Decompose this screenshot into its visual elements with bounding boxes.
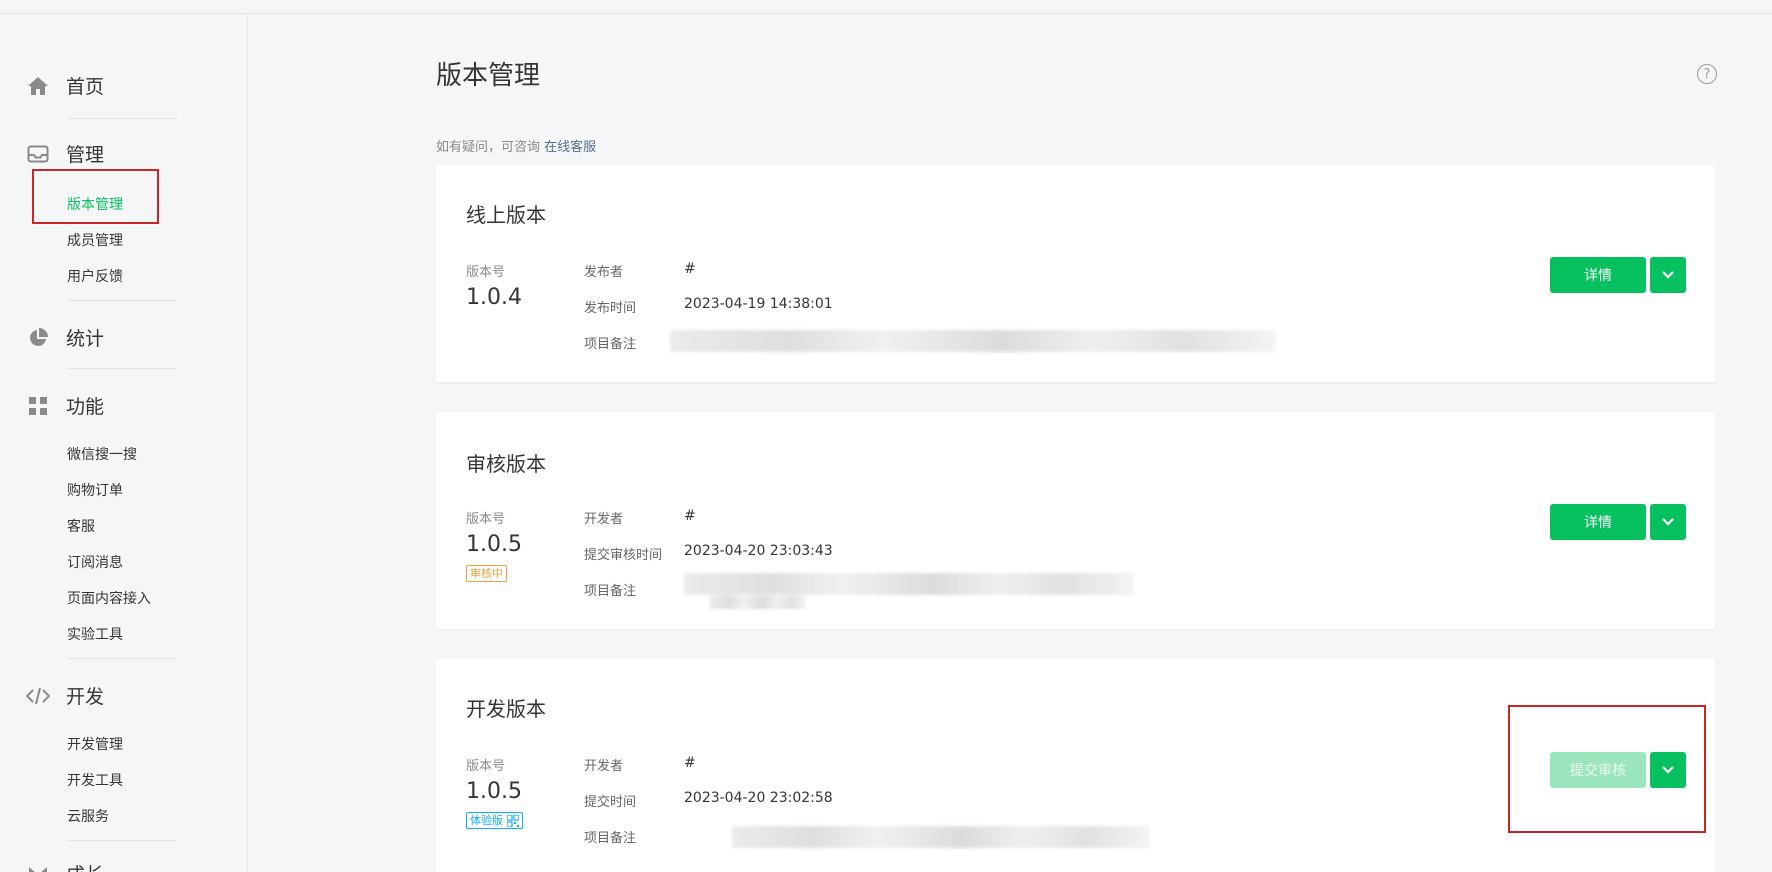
chevron-down-icon xyxy=(1662,271,1674,279)
sidebar-group-manage[interactable]: 管理 xyxy=(26,140,104,167)
sidebar-group-label: 管理 xyxy=(66,144,105,166)
meta-value: 2023-04-20 23:02:58 xyxy=(684,790,833,806)
meta-label: 项目备注 xyxy=(584,584,637,599)
meta-label: 开发者 xyxy=(584,512,624,527)
redacted-note xyxy=(710,595,806,609)
redacted-note xyxy=(684,573,1134,595)
sidebar-group-label: 统计 xyxy=(66,328,105,350)
inbox-icon xyxy=(26,142,50,166)
sidebar-item-dev-tools[interactable]: 开发工具 xyxy=(67,770,123,790)
online-service-link[interactable]: 在线客服 xyxy=(544,140,596,155)
sidebar-group-dev[interactable]: 开发 xyxy=(26,682,104,709)
version-number: 1.0.5 xyxy=(466,779,522,804)
card-title: 线上版本 xyxy=(466,203,546,227)
status-badge: 审核中 xyxy=(466,565,507,582)
badge-label: 体验版 xyxy=(470,814,503,827)
sidebar-item-member-manage[interactable]: 成员管理 xyxy=(67,230,123,250)
hint-text: 如有疑问，可咨询 在线客服 xyxy=(436,140,597,155)
sidebar-item-home[interactable]: 首页 xyxy=(26,72,104,99)
pie-chart-icon xyxy=(26,326,50,350)
meta-value: 2023-04-20 23:03:43 xyxy=(684,543,833,559)
growth-icon xyxy=(26,862,50,872)
sidebar-group-label: 功能 xyxy=(66,396,105,418)
version-label: 版本号 xyxy=(466,759,506,774)
sidebar-group-features[interactable]: 功能 xyxy=(26,392,104,419)
code-icon xyxy=(26,684,50,708)
divider xyxy=(67,368,177,369)
meta-label: 发布时间 xyxy=(584,301,637,316)
meta-label: 项目备注 xyxy=(584,831,637,846)
home-icon xyxy=(26,74,50,98)
redacted-note xyxy=(670,330,1276,352)
meta-label: 开发者 xyxy=(584,759,624,774)
meta-label: 项目备注 xyxy=(584,337,637,352)
chevron-down-icon xyxy=(1662,518,1674,526)
meta-value: 2023-04-19 14:38:01 xyxy=(684,296,833,312)
sidebar-group-stats[interactable]: 统计 xyxy=(26,324,104,351)
divider xyxy=(67,118,177,119)
meta-label: 提交审核时间 xyxy=(584,548,663,563)
redacted-note xyxy=(732,826,1150,848)
sidebar-group-growth[interactable]: 成长 xyxy=(26,860,104,872)
more-dropdown-button[interactable] xyxy=(1650,257,1686,293)
sidebar-group-label: 开发 xyxy=(66,686,105,708)
sidebar-item-experiment-tools[interactable]: 实验工具 xyxy=(67,624,123,644)
sidebar-item-cloud-service[interactable]: 云服务 xyxy=(67,806,109,826)
sidebar-item-wechat-search[interactable]: 微信搜一搜 xyxy=(67,444,137,464)
sidebar-item-user-feedback[interactable]: 用户反馈 xyxy=(67,266,123,286)
qr-code-icon[interactable] xyxy=(507,814,519,827)
help-icon[interactable]: ? xyxy=(1697,64,1717,84)
highlight-box xyxy=(32,169,159,224)
highlight-box xyxy=(1508,705,1706,833)
version-number: 1.0.5 xyxy=(466,532,522,557)
sidebar-item-page-content[interactable]: 页面内容接入 xyxy=(67,588,151,608)
sidebar-item-subscribe-messages[interactable]: 订阅消息 xyxy=(67,552,123,572)
card-title: 开发版本 xyxy=(466,697,546,721)
more-dropdown-button[interactable] xyxy=(1650,504,1686,540)
version-label: 版本号 xyxy=(466,512,506,527)
details-button[interactable]: 详情 xyxy=(1550,257,1646,293)
sidebar-item-label: 首页 xyxy=(66,76,105,98)
version-number: 1.0.4 xyxy=(466,285,522,310)
meta-label: 提交时间 xyxy=(584,795,637,810)
sidebar-item-shopping-orders[interactable]: 购物订单 xyxy=(67,480,123,500)
version-label: 版本号 xyxy=(466,265,506,280)
page-title: 版本管理 xyxy=(436,61,541,91)
sidebar-item-dev-manage[interactable]: 开发管理 xyxy=(67,734,123,754)
divider xyxy=(67,658,177,659)
top-border xyxy=(0,0,1772,14)
sidebar: 首页 管理 版本管理 成员管理 用户反馈 统计 功能 微信搜一搜 购物订单 客服… xyxy=(0,14,248,872)
details-button[interactable]: 详情 xyxy=(1550,504,1646,540)
divider xyxy=(67,300,177,301)
card-review-version: 审核版本 版本号 1.0.5 审核中 开发者 # 提交审核时间 2023-04-… xyxy=(436,412,1715,629)
meta-value: # xyxy=(684,261,696,277)
card-online-version: 线上版本 版本号 1.0.4 发布者 # 发布时间 2023-04-19 14:… xyxy=(436,165,1715,382)
divider xyxy=(67,840,177,841)
sidebar-group-label: 成长 xyxy=(66,860,104,872)
grid-icon xyxy=(26,394,50,418)
meta-label: 发布者 xyxy=(584,265,624,280)
sidebar-item-customer-service[interactable]: 客服 xyxy=(67,516,95,536)
meta-value: # xyxy=(684,755,696,771)
card-title: 审核版本 xyxy=(466,452,546,476)
status-badge: 体验版 xyxy=(466,812,523,829)
meta-value: # xyxy=(684,508,696,524)
